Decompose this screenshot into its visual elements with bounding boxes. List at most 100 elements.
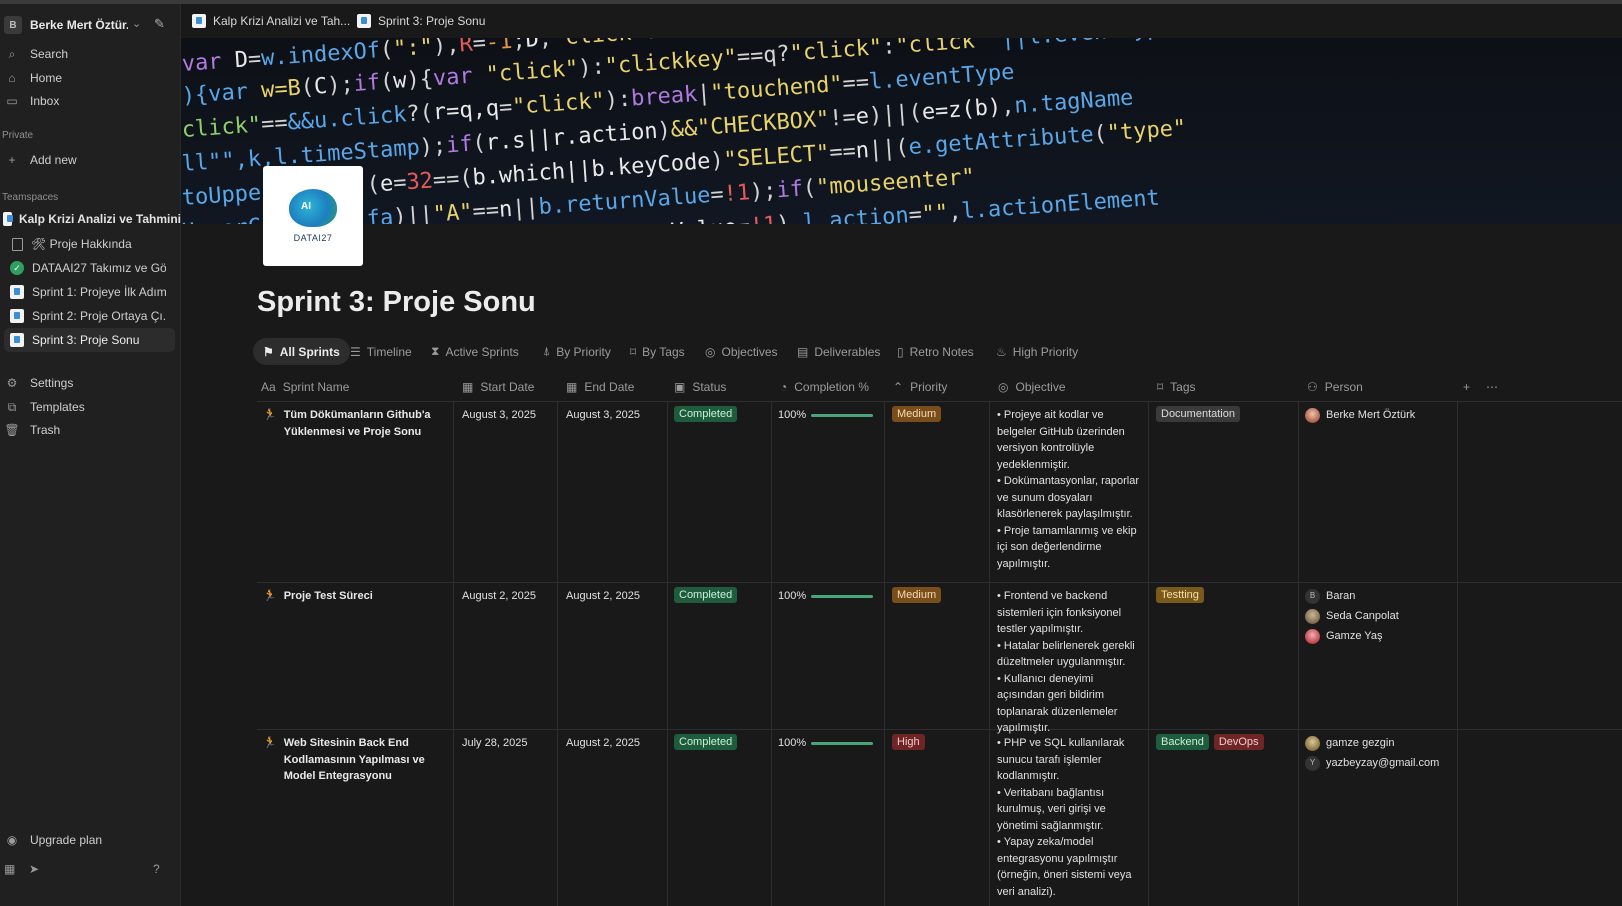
teamspace-icon <box>3 212 13 226</box>
end-date-cell[interactable]: August 2, 2025 <box>566 735 640 752</box>
priority-cell[interactable]: High <box>892 734 930 751</box>
objective-cell[interactable]: • Frontend ve backend sistemleri için fo… <box>997 588 1142 737</box>
view-retro-notes[interactable]: ▯ Retro Notes <box>897 338 974 365</box>
sprint-name-cell[interactable]: 🏃 Web Sitesinin Back End Kodlamasının Yap… <box>263 735 443 785</box>
sidebar-item-home[interactable]: ⌂ Home <box>0 66 181 90</box>
view-objectives[interactable]: ◎ Objectives <box>705 338 778 365</box>
start-date-cell[interactable]: August 3, 2025 <box>462 407 536 424</box>
column-header-completion[interactable]: ◔ Completion % <box>780 374 869 400</box>
sprint-name-cell[interactable]: 🏃 Tüm Dökümanların Github'a Yüklenmesi ve… <box>263 407 443 440</box>
chevron-down-icon[interactable]: ⌄ <box>132 17 141 30</box>
column-label: Completion % <box>794 380 869 394</box>
more-options-icon[interactable]: ⋯ <box>1486 374 1498 400</box>
sidebar-item-trash[interactable]: 🗑 Trash <box>0 418 181 442</box>
workspace-avatar: B <box>4 16 22 34</box>
start-date-cell[interactable]: August 2, 2025 <box>462 588 536 605</box>
send-icon[interactable]: ➤ <box>29 862 39 876</box>
view-label: By Priority <box>556 344 611 359</box>
page-icon <box>10 285 24 299</box>
sidebar-item-label: Home <box>30 71 63 85</box>
brain-logo-icon: AI <box>289 189 337 227</box>
tags-cell[interactable]: Documentation <box>1156 406 1245 423</box>
completion-cell[interactable]: 100% <box>778 407 873 424</box>
view-deliverables[interactable]: ▤ Deliverables <box>797 338 880 365</box>
sidebar-item-search[interactable]: ⌕ Search <box>0 42 181 66</box>
plus-icon: + <box>8 153 16 167</box>
tab-sprint-3[interactable]: Sprint 3: Proje Sonu <box>357 11 485 31</box>
end-date-cell[interactable]: August 3, 2025 <box>566 407 640 424</box>
sidebar-item-templates[interactable]: ⧉ Templates <box>0 395 181 419</box>
objective-cell[interactable]: • Projeye ait kodlar ve belgeler GitHub … <box>997 407 1142 572</box>
page-title[interactable]: Sprint 3: Proje Sonu <box>257 286 536 319</box>
person-entry: Seda Canpolat <box>1305 606 1399 626</box>
completion-cell[interactable]: 100% <box>778 588 873 605</box>
view-high-priority[interactable]: ♨ High Priority <box>996 338 1078 365</box>
new-page-icon[interactable]: ✎ <box>154 16 165 32</box>
column-label: Status <box>692 380 727 394</box>
progress-fill <box>811 413 873 417</box>
workspace-switcher[interactable]: B Berke Mert Öztür... ⌄ ✎ <box>0 11 181 39</box>
column-header-tags[interactable]: ⌑ Tags <box>1157 374 1196 400</box>
tags-cell[interactable]: Testting <box>1156 587 1209 604</box>
tags-cell[interactable]: Backend DevOps <box>1156 734 1269 751</box>
priority-cell[interactable]: Medium <box>892 406 946 423</box>
add-new-button[interactable]: + Add new <box>0 148 181 172</box>
upgrade-plan-button[interactable]: ◉ Upgrade plan <box>0 828 181 852</box>
tag-badge: DevOps <box>1213 734 1264 750</box>
person-cell[interactable]: B Baran Seda Canpolat Gamze Yaş <box>1305 586 1399 646</box>
column-header-start-date[interactable]: ▦ Start Date <box>462 374 534 400</box>
objective-cell[interactable]: • PHP ve SQL kullanılarak sunucu tarafı … <box>997 735 1142 900</box>
help-icon[interactable]: ? <box>153 862 160 876</box>
search-icon: ⌕ <box>8 46 16 61</box>
progress-bar <box>811 594 873 598</box>
sidebar-item-label: Trash <box>30 423 61 437</box>
view-active-sprints[interactable]: ⧗ Active Sprints <box>431 338 519 365</box>
person-name: gamze gezgin <box>1326 736 1395 749</box>
column-header-end-date[interactable]: ▦ End Date <box>566 374 634 400</box>
view-label: Deliverables <box>814 344 881 359</box>
status-cell[interactable]: Completed <box>674 734 742 751</box>
sidebar-page-takim[interactable]: ✓ DATAAI27 Takımız ve Gör... <box>0 256 175 280</box>
upgrade-icon: ◉ <box>6 833 18 847</box>
sidebar-page-sprint-1[interactable]: Sprint 1: Projeye İlk Adım <box>0 280 175 304</box>
view-by-priority[interactable]: ⍋ By Priority <box>543 338 611 365</box>
column-header-priority[interactable]: ⌃ Priority <box>893 374 947 400</box>
page-cover-image[interactable]: var D=w.indexOf(":"),R=-1;D,"click":"cli… <box>181 38 1622 224</box>
end-date-cell[interactable]: August 2, 2025 <box>566 588 640 605</box>
view-all-sprints[interactable]: ⚑ All Sprints <box>253 338 350 365</box>
tab-kalp-krizi[interactable]: Kalp Krizi Analizi ve Tah... <box>192 11 350 31</box>
status-cell[interactable]: Completed <box>674 587 742 604</box>
sidebar-page-proje-hakkinda[interactable]: 🛠 Proje Hakkında <box>0 232 175 256</box>
teamspace-item[interactable]: Kalp Krizi Analizi ve Tahmini <box>0 207 181 231</box>
column-label: Objective <box>1015 380 1066 394</box>
person-name: Gamze Yaş <box>1326 629 1383 642</box>
column-header-status[interactable]: ▣ Status <box>674 374 726 400</box>
page-icon-logo[interactable]: AI DATAI27 <box>263 166 363 266</box>
column-header-objective[interactable]: ◎ Objective <box>998 374 1066 400</box>
sidebar-item-inbox[interactable]: ▭ Inbox <box>0 89 181 113</box>
completion-cell[interactable]: 100% <box>778 735 873 752</box>
logo-badge: AI <box>301 201 311 212</box>
sidebar-item-settings[interactable]: ⚙ Settings <box>0 371 181 395</box>
sidebar-item-label: Inbox <box>30 94 60 108</box>
person-entry: Berke Mert Öztürk <box>1305 405 1415 425</box>
page-icon <box>192 14 206 28</box>
column-header-sprint-name[interactable]: Aa Sprint Name <box>261 374 349 400</box>
column-header-person[interactable]: ⚇ Person <box>1307 374 1363 400</box>
person-cell[interactable]: Berke Mert Öztürk <box>1305 405 1415 425</box>
progress-bar <box>811 741 873 745</box>
avatar: B <box>1305 588 1320 604</box>
add-column-icon[interactable]: + <box>1463 374 1470 400</box>
priority-cell[interactable]: Medium <box>892 587 946 604</box>
calendar-icon[interactable]: ▦ <box>4 862 15 876</box>
sprint-name-cell[interactable]: 🏃 Proje Test Süreci <box>263 588 443 605</box>
status-cell[interactable]: Completed <box>674 406 742 423</box>
view-by-tags[interactable]: ⌑ By Tags <box>630 338 685 365</box>
gear-icon: ⚙ <box>6 376 18 390</box>
start-date-cell[interactable]: July 28, 2025 <box>462 735 527 752</box>
person-cell[interactable]: gamze gezgin Yyazbeyzay@gmail.com <box>1305 733 1439 773</box>
sidebar-page-sprint-2[interactable]: Sprint 2: Proje Ortaya Çı... <box>0 304 175 328</box>
sidebar-page-sprint-3[interactable]: Sprint 3: Proje Sonu <box>4 328 175 352</box>
view-timeline[interactable]: ☰ Timeline <box>350 338 412 365</box>
column-divider <box>771 401 772 906</box>
